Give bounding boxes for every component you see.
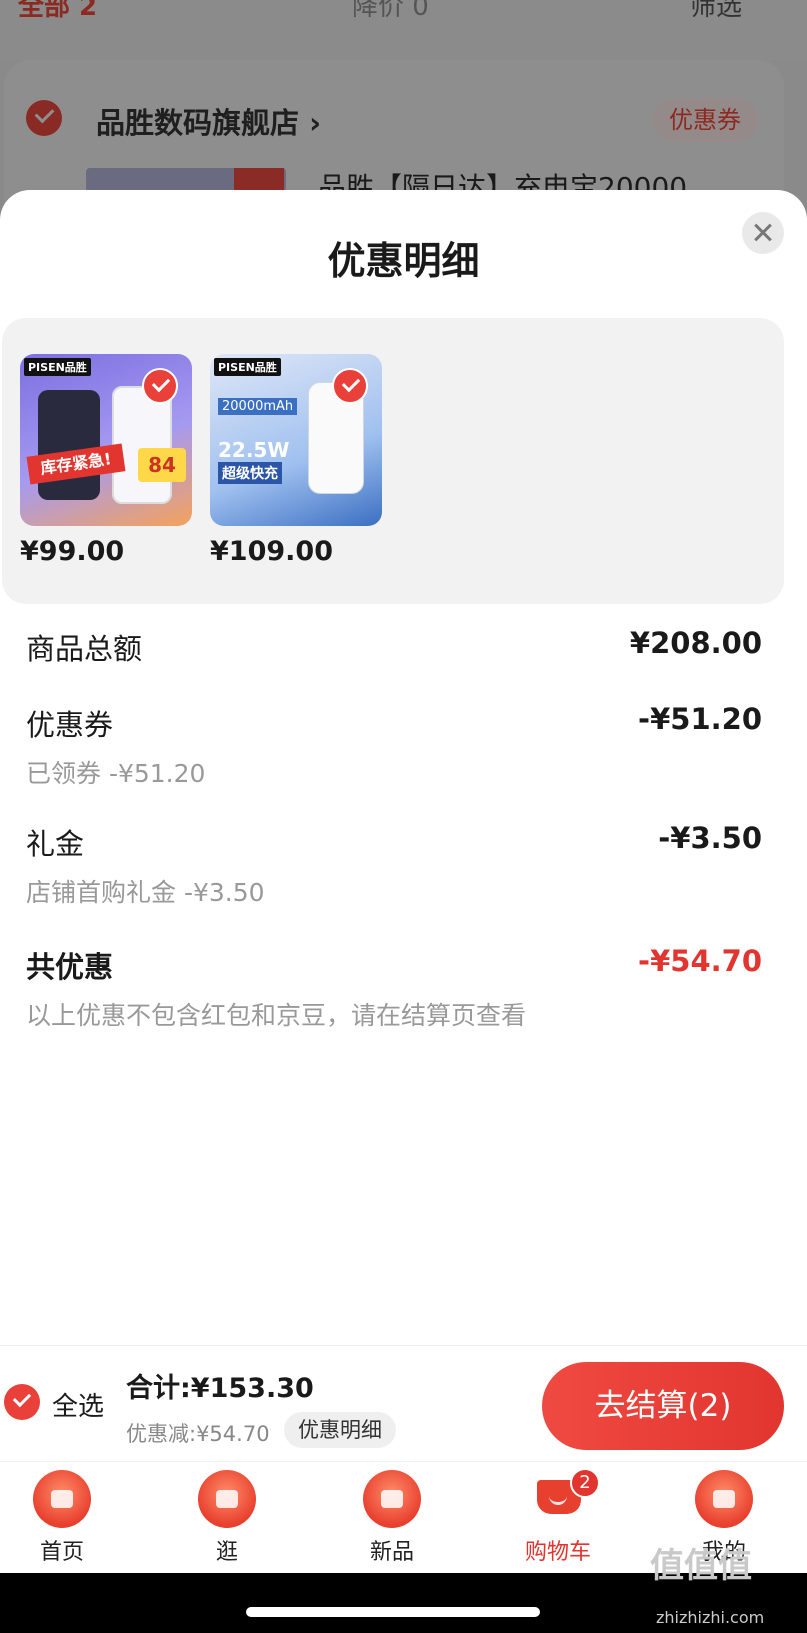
cart-header: 全部 2 降价 0 筛选 bbox=[0, 0, 807, 60]
product-image: PISEN品胜 库存紧急! 84 bbox=[20, 354, 192, 526]
tab-price-drop[interactable]: 降价 0 bbox=[352, 0, 429, 23]
sheet-title: 优惠明细 bbox=[327, 239, 480, 283]
row-label: 礼金 bbox=[26, 827, 85, 861]
product-image-brand: PISEN品胜 bbox=[214, 358, 281, 376]
new-products-icon bbox=[363, 1470, 421, 1528]
home-indicator[interactable] bbox=[246, 1607, 540, 1617]
store-name[interactable]: 品胜数码旗舰店 › bbox=[96, 100, 321, 142]
row-detail: 店铺首购礼金 -¥3.50 bbox=[26, 878, 265, 907]
product-image-price: 84 bbox=[138, 448, 186, 482]
product-price: ¥109.00 bbox=[210, 536, 333, 567]
filter-button[interactable]: 筛选 bbox=[690, 0, 742, 23]
product-list: PISEN品胜 库存紧急! 84 ¥99.00 PISEN品胜 20000mAh… bbox=[2, 318, 784, 604]
tab-new-products[interactable]: 新品 bbox=[342, 1470, 442, 1566]
product-image-feature: 超级快充 bbox=[218, 462, 282, 484]
product-image-wattage: 22.5W bbox=[218, 438, 290, 462]
total-price: 合计:¥153.30 bbox=[126, 1373, 314, 1404]
checkout-bar: 全选 合计:¥153.30 优惠减:¥54.70 优惠明细 去结算(2) bbox=[0, 1345, 807, 1461]
selected-check-icon bbox=[332, 368, 368, 404]
cart-count-badge: 2 bbox=[570, 1468, 600, 1498]
product-image: PISEN品胜 20000mAh 22.5W 超级快充 bbox=[210, 354, 382, 526]
row-label: 优惠券 bbox=[26, 708, 114, 742]
tab-all[interactable]: 全部 2 bbox=[18, 0, 97, 23]
row-value: -¥3.50 bbox=[658, 821, 762, 855]
product-price: ¥99.00 bbox=[20, 536, 125, 567]
tab-label: 逛 bbox=[215, 1540, 238, 1565]
tab-label: 首页 bbox=[39, 1540, 84, 1565]
row-value: ¥208.00 bbox=[629, 626, 762, 660]
tab-home[interactable]: 首页 bbox=[12, 1470, 112, 1566]
select-all-checkbox[interactable] bbox=[4, 1384, 40, 1420]
tab-cart[interactable]: 2 购物车 bbox=[508, 1468, 608, 1566]
profile-icon bbox=[695, 1470, 753, 1528]
browse-icon bbox=[198, 1470, 256, 1528]
discount-detail-button[interactable]: 优惠明细 bbox=[284, 1412, 396, 1448]
watermark-logo: 值值值 bbox=[650, 1546, 752, 1586]
close-icon[interactable] bbox=[742, 212, 784, 254]
product-item[interactable]: PISEN品胜 库存紧急! 84 ¥99.00 bbox=[20, 354, 192, 567]
row-label: 商品总额 bbox=[26, 632, 143, 666]
row-value: -¥54.70 bbox=[638, 944, 762, 978]
product-item[interactable]: PISEN品胜 20000mAh 22.5W 超级快充 ¥109.00 bbox=[210, 354, 382, 567]
row-detail: 已领券 -¥51.20 bbox=[26, 759, 206, 788]
checkout-button[interactable]: 去结算(2) bbox=[542, 1362, 784, 1450]
row-value: -¥51.20 bbox=[638, 702, 762, 736]
tab-browse[interactable]: 逛 bbox=[177, 1470, 277, 1566]
product-image-brand: PISEN品胜 bbox=[24, 358, 91, 376]
promo-tag bbox=[234, 168, 284, 192]
store-coupon-tag[interactable]: 优惠券 bbox=[652, 98, 758, 142]
row-note: 以上优惠不包含红包和京豆，请在结算页查看 bbox=[26, 1001, 527, 1030]
home-icon bbox=[33, 1470, 91, 1528]
tab-label: 新品 bbox=[369, 1540, 414, 1565]
product-image-capacity: 20000mAh bbox=[218, 398, 298, 415]
select-all-label[interactable]: 全选 bbox=[52, 1386, 104, 1423]
tab-label: 购物车 bbox=[524, 1540, 591, 1565]
row-label: 共优惠 bbox=[26, 950, 114, 984]
selected-check-icon bbox=[142, 368, 178, 404]
saved-amount: 优惠减:¥54.70 bbox=[126, 1422, 270, 1446]
store-checkbox[interactable] bbox=[26, 100, 62, 136]
watermark-url: zhizhizhi.com bbox=[656, 1608, 765, 1627]
